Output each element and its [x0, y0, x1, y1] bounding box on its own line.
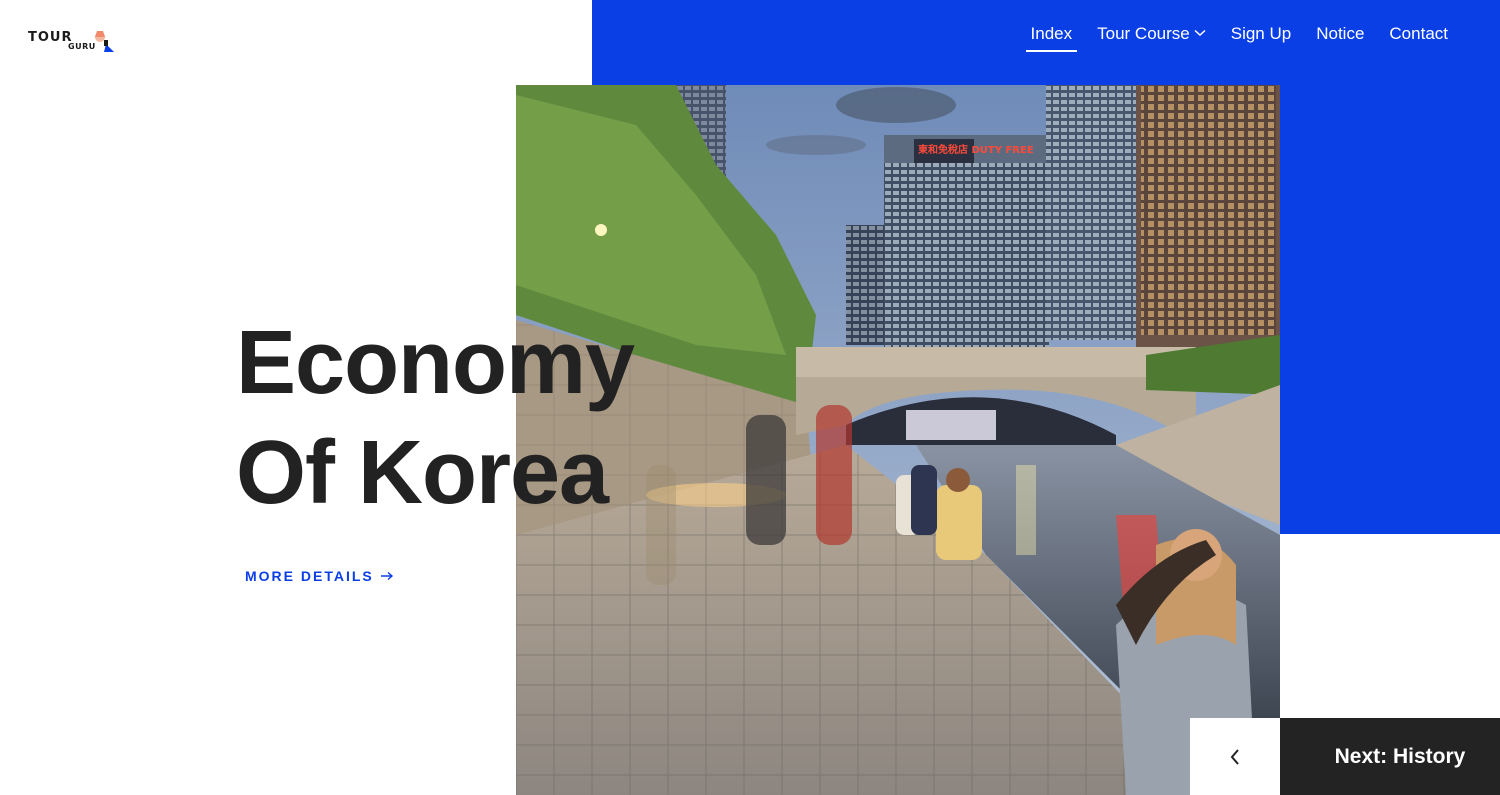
chevron-left-icon: [1230, 748, 1239, 765]
nav-notice-label: Notice: [1316, 24, 1365, 43]
nav-tour-course-label: Tour Course: [1097, 24, 1190, 43]
nav-sign-up-label: Sign Up: [1230, 24, 1292, 43]
nav-notice[interactable]: Notice: [1311, 22, 1369, 52]
nav-contact[interactable]: Contact: [1384, 22, 1453, 52]
hero-title: Economy Of Korea: [236, 308, 635, 528]
nav-tour-course[interactable]: Tour Course: [1092, 22, 1211, 52]
hero-title-line-1: Economy: [236, 313, 635, 413]
main-navigation: Index Tour Course Sign Up Notice Contact: [1011, 22, 1453, 52]
nav-index[interactable]: Index: [1025, 22, 1078, 52]
chevron-down-icon: [1194, 29, 1206, 37]
logo-text-tour: TOUR: [28, 30, 73, 45]
nav-contact-label: Contact: [1389, 24, 1448, 43]
next-slide-label: Next: History: [1334, 744, 1466, 768]
brand-logo[interactable]: TOUR GURU: [28, 26, 128, 60]
next-slide-button[interactable]: Next: History: [1280, 718, 1500, 795]
logo-mark-icon: [95, 31, 114, 52]
nav-index-label: Index: [1030, 24, 1073, 43]
photo-sign-duty-free: 東和免稅店 DUTY FREE: [918, 143, 1034, 156]
more-details-link[interactable]: MORE DETAILS: [245, 568, 394, 584]
previous-slide-button[interactable]: [1190, 718, 1280, 795]
arrow-right-icon: [380, 571, 393, 581]
hero-title-line-2: Of Korea: [236, 423, 609, 523]
more-details-label: MORE DETAILS: [245, 568, 374, 584]
nav-sign-up[interactable]: Sign Up: [1226, 22, 1296, 52]
